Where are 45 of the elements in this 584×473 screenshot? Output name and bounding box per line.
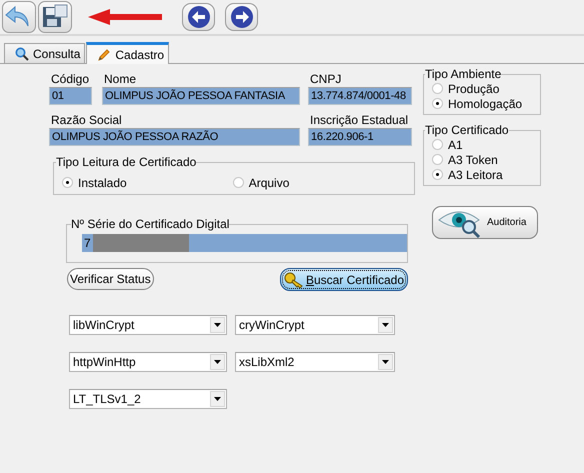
save-button[interactable] (38, 1, 72, 33)
tab[interactable]: Consulta (4, 43, 86, 63)
text-field[interactable]: OLIMPUS JOÃO PESSOA RAZÃO (49, 128, 300, 146)
radio-option[interactable]: Instalado (62, 175, 127, 190)
group-title: Tipo Ambiente (425, 67, 502, 81)
text-field[interactable]: 01 (49, 87, 92, 105)
key-icon (284, 272, 304, 288)
auditoria-button[interactable]: Auditoria (432, 206, 538, 239)
field-label: Razão Social (50, 113, 123, 128)
text-field[interactable]: 16.220.906-1 (308, 128, 412, 146)
arrow-icon (88, 9, 162, 25)
previous-button[interactable] (182, 3, 215, 31)
field-label: Nome (103, 72, 138, 87)
group-title: Nº Série do Certificado Digital (71, 217, 230, 231)
dropdown-arrow-icon (382, 360, 389, 364)
radio-option[interactable]: Arquivo (232, 175, 290, 190)
group-title: Tipo Certificado (425, 123, 509, 137)
dropdown[interactable]: libWinCrypt (69, 315, 227, 335)
search-icon (15, 46, 29, 60)
undo-button[interactable] (2, 1, 36, 33)
field-label: CNPJ (309, 72, 342, 87)
dropdown-arrow-icon (214, 323, 221, 327)
radio-option[interactable]: Homologação (432, 96, 536, 111)
text-field[interactable]: 13.774.874/0001-48 (308, 87, 412, 105)
field-label: Inscrição Estadual (309, 113, 410, 128)
group-title: Tipo Leitura de Certificado (56, 155, 196, 169)
serial-field[interactable]: 7 (82, 234, 407, 252)
dropdown-arrow-icon (214, 397, 221, 401)
radio-option[interactable]: A1 (432, 137, 536, 152)
field-label: Código (50, 72, 90, 87)
buscar-certificado-button[interactable]: Buscar Certificado (280, 268, 408, 291)
radio-option[interactable]: Produção (432, 81, 536, 96)
radio-option[interactable]: A3 Leitora (432, 167, 536, 182)
dropdown[interactable]: httpWinHttp (69, 352, 227, 372)
dropdown-arrow-icon (214, 360, 221, 364)
dropdown[interactable]: cryWinCrypt (235, 315, 395, 335)
radio-option[interactable]: A3 Token (432, 152, 536, 167)
text-field[interactable]: OLIMPUS JOÃO PESSOA FANTASIA (102, 87, 300, 105)
pencil-icon (97, 48, 112, 62)
dropdown[interactable]: LT_TLSv1_2 (69, 389, 227, 409)
next-button[interactable] (225, 3, 258, 31)
dropdown[interactable]: xsLibXml2 (235, 352, 395, 372)
dropdown-arrow-icon (382, 323, 389, 327)
verificar-status-button[interactable]: Verificar Status (67, 268, 154, 290)
tab[interactable]: Cadastro (86, 42, 170, 64)
